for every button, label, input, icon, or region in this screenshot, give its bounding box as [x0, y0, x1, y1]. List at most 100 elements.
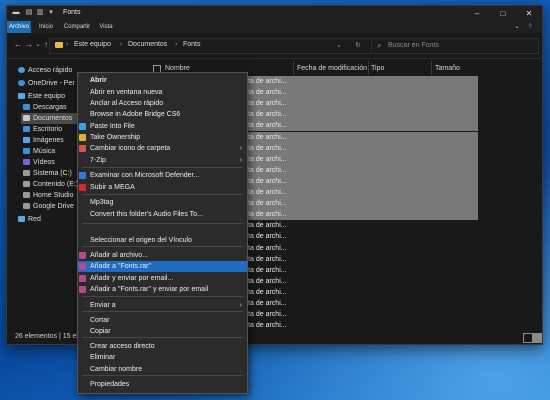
nav-item-contenido-e[interactable]: Contenido (E:) [23, 179, 78, 190]
menu-item[interactable]: Seleccionar el origen del Vínculo [78, 235, 247, 246]
menu-separator [82, 375, 243, 376]
menu-item[interactable]: Eliminar [78, 352, 247, 363]
tab-vista[interactable]: Vista [96, 21, 116, 33]
context-menu: Abrir Abrir en ventana nueva Anclar al Acc… [77, 72, 248, 394]
menu-item[interactable]: Examinar con Microsoft Defender... [78, 170, 247, 181]
defender-icon [79, 172, 86, 179]
close-button[interactable]: ✕ [516, 6, 542, 21]
column-header-type[interactable]: Tipo [371, 63, 384, 75]
search-box[interactable]: ⌕ Buscar en Fonts [371, 38, 539, 54]
nav-item-videos[interactable]: Vídeos [23, 157, 55, 168]
minimize-button[interactable]: – [464, 6, 490, 21]
expand-ribbon-icon[interactable]: ⌄ [512, 21, 522, 33]
winrar-icon [79, 263, 86, 270]
address-dropdown-icon[interactable]: ⌄ [336, 41, 342, 49]
menu-item[interactable]: Cortar [78, 315, 247, 326]
breadcrumb-chevron-icon: › [66, 41, 69, 48]
nav-item-acceso-rapido[interactable]: Acceso rápido [18, 65, 72, 76]
help-icon[interactable]: ? [525, 21, 535, 33]
nav-item-musica[interactable]: Música [23, 146, 55, 157]
window-title: Fonts [63, 9, 81, 16]
maximize-button[interactable]: □ [490, 6, 516, 21]
menu-item[interactable]: Browse in Adobe Bridge CS6 [78, 109, 247, 120]
column-divider[interactable] [431, 61, 432, 75]
menu-item[interactable]: 7-Zip › [78, 155, 247, 166]
chevron-right-icon: › [239, 145, 242, 152]
menu-item-label: Subir a MEGA [90, 184, 135, 191]
menu-item[interactable]: Propiedades [78, 379, 247, 390]
menu-separator [82, 167, 243, 168]
menu-item[interactable]: Crear acceso directo [78, 341, 247, 352]
properties-quick-icon[interactable]: ▤ [25, 9, 33, 17]
large-icons-view-icon[interactable] [533, 333, 542, 343]
menu-item-label: Cortar [90, 317, 110, 324]
menu-item[interactable]: Añadir a "Fonts.rar" [78, 261, 247, 272]
menu-item[interactable]: Añadir a "Fonts.rar" y enviar por email [78, 284, 247, 295]
star-icon [18, 67, 25, 73]
menu-item[interactable]: Mp3tag [78, 197, 247, 208]
menu-item[interactable]: Convert this folder's Audio Files To... [78, 209, 247, 220]
menu-item[interactable]: Añadir al archivo... [78, 250, 247, 261]
menu-item-label: Cambiar nombre [90, 366, 143, 373]
breadcrumb-este-equipo[interactable]: Este equipo [74, 41, 111, 48]
column-divider[interactable] [368, 61, 369, 75]
nav-item-red[interactable]: Red [18, 214, 41, 225]
cloud-icon [18, 80, 25, 86]
menu-item-label: Mp3tag [90, 199, 114, 206]
nav-item-google-drive[interactable]: Google Drive [23, 201, 74, 212]
column-header-date[interactable]: Fecha de modificación [297, 63, 367, 75]
nav-item-sistema-c[interactable]: Sistema (C:) [23, 168, 72, 179]
network-icon [18, 216, 25, 222]
menu-item[interactable]: Paste Into File [78, 121, 247, 132]
menu-item[interactable]: Copiar [78, 326, 247, 337]
menu-item[interactable]: Cambiar nombre [78, 364, 247, 375]
menu-item-label: Enviar a [90, 302, 116, 309]
nav-item-descargas[interactable]: Descargas [23, 102, 66, 113]
tab-inicio[interactable]: Inicio [35, 21, 57, 33]
menu-item-label: Convert this folder's Audio Files To... [90, 211, 203, 218]
winrar-icon [79, 275, 86, 282]
menu-item[interactable]: Abrir en ventana nueva [78, 87, 247, 98]
menu-separator [82, 246, 243, 247]
winrar-icon [79, 252, 86, 259]
nav-item-onedrive[interactable]: OneDrive - Per [18, 78, 75, 89]
details-view-icon[interactable] [523, 333, 533, 343]
nav-item-escritorio[interactable]: Escritorio [23, 124, 62, 135]
column-header-size[interactable]: Tamaño [435, 63, 460, 75]
ribbon-tabs: Archivo Inicio Compartir Vista ⌄ ? [7, 21, 542, 33]
breadcrumb-fonts[interactable]: Fonts [183, 41, 201, 48]
nav-item-este-equipo[interactable]: Este equipo [18, 91, 65, 102]
music-icon [23, 148, 30, 154]
menu-item[interactable]: Anclar al Acceso rápido [78, 98, 247, 109]
breadcrumb-documentos[interactable]: Documentos [128, 41, 167, 48]
menu-item-label: Anclar al Acceso rápido [90, 100, 164, 107]
mega-icon [79, 184, 86, 191]
menu-item-label: Propiedades [90, 381, 130, 388]
menu-item[interactable]: Abrir [78, 75, 247, 86]
drive-icon [23, 170, 30, 176]
column-divider[interactable] [293, 61, 294, 75]
menu-item[interactable]: Cambiar icono de carpeta › [78, 143, 247, 154]
quick-access-dropdown-icon[interactable]: ▾ [47, 9, 55, 17]
menu-item[interactable]: Enviar a › [78, 300, 247, 311]
tab-archivo[interactable]: Archivo [7, 21, 31, 33]
menu-separator [82, 311, 243, 312]
folder-icon [79, 145, 86, 152]
menu-item[interactable]: Take Ownership [78, 132, 247, 143]
new-folder-quick-icon[interactable]: ▥ [36, 9, 44, 17]
menu-item-label: Cambiar icono de carpeta [90, 145, 171, 152]
status-text: 26 elementos | 15 ele [15, 333, 82, 340]
address-box[interactable]: › Este equipo › Documentos › Fonts ⌄ ↻ [49, 38, 373, 54]
nav-item-home-studio[interactable]: Home Studio [23, 190, 73, 201]
refresh-icon[interactable]: ↻ [355, 41, 361, 49]
back-arrow-icon[interactable]: ← [13, 40, 23, 50]
nav-item-documentos[interactable]: Documentos [21, 113, 85, 124]
menu-item[interactable]: Subir a MEGA [78, 182, 247, 193]
nav-item-imagenes[interactable]: Imágenes [23, 135, 64, 146]
menu-separator [82, 296, 243, 297]
tab-compartir[interactable]: Compartir [61, 21, 93, 33]
menu-item[interactable]: Añadir y enviar por email... [78, 273, 247, 284]
menu-item-label: Crear acceso directo [90, 343, 155, 350]
menu-item-label: Añadir a "Fonts.rar" [90, 263, 151, 270]
menu-item-label: Paste Into File [90, 123, 135, 130]
